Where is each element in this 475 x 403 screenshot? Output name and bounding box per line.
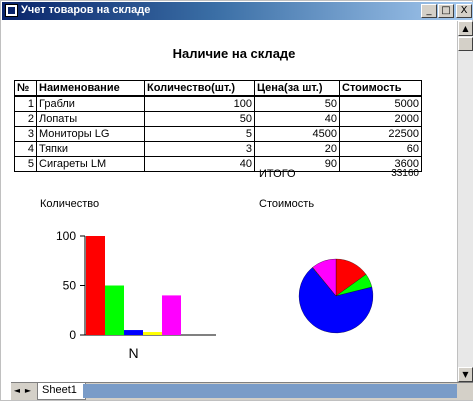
total-value: 33160 bbox=[391, 168, 419, 179]
bar bbox=[162, 295, 181, 335]
bar-chart-title: Количество bbox=[40, 198, 100, 210]
item-price[interactable]: 50 bbox=[254, 95, 340, 112]
minimize-button[interactable]: _ bbox=[421, 4, 437, 18]
row-number[interactable]: 3 bbox=[14, 126, 37, 142]
item-name[interactable]: Сигареты LM bbox=[36, 156, 145, 172]
column-header: Цена(за шт.) bbox=[254, 80, 340, 97]
bar bbox=[86, 236, 105, 335]
table-row: 4 Тяпки 3 20 60 bbox=[14, 141, 422, 157]
item-price[interactable]: 40 bbox=[254, 111, 340, 127]
x-axis-label: N bbox=[128, 345, 138, 361]
scroll-up-button[interactable]: ▲ bbox=[458, 21, 473, 36]
table-row: 2 Лопаты 50 40 2000 bbox=[14, 111, 422, 127]
window-title: Учет товаров на складе bbox=[21, 4, 151, 16]
app-window: Учет товаров на складе _ □ X Наличие на … bbox=[0, 0, 473, 401]
tab-nav-next-icon[interactable]: ► bbox=[23, 385, 33, 397]
item-quantity[interactable]: 5 bbox=[144, 126, 255, 142]
row-number[interactable]: 4 bbox=[14, 141, 37, 157]
column-header: Количество(шт.) bbox=[144, 80, 255, 97]
item-price[interactable]: 20 bbox=[254, 141, 340, 157]
y-tick-label: 0 bbox=[69, 328, 76, 342]
table-row: 3 Мониторы LG 5 4500 22500 bbox=[14, 126, 422, 142]
item-cost[interactable]: 60 bbox=[339, 141, 422, 157]
column-header: № bbox=[14, 80, 37, 97]
pie-chart-title: Стоимость bbox=[259, 198, 315, 210]
close-button[interactable]: X bbox=[456, 4, 472, 18]
sheet-tab-bar: ◄ ► Sheet1 bbox=[11, 382, 473, 400]
bar bbox=[124, 330, 143, 335]
vertical-scrollbar[interactable]: ▲ ▼ bbox=[457, 21, 473, 383]
item-cost[interactable]: 5000 bbox=[339, 95, 422, 112]
item-cost[interactable]: 22500 bbox=[339, 126, 422, 142]
item-name[interactable]: Мониторы LG bbox=[36, 126, 145, 142]
item-cost[interactable]: 2000 bbox=[339, 111, 422, 127]
horizontal-scrollbar[interactable] bbox=[83, 384, 457, 398]
row-number[interactable]: 1 bbox=[14, 95, 37, 112]
y-tick-label: 50 bbox=[63, 279, 77, 293]
item-name[interactable]: Тяпки bbox=[36, 141, 145, 157]
item-price[interactable]: 4500 bbox=[254, 126, 340, 142]
quantity-bar-chart: 0 50 100 N bbox=[56, 229, 216, 361]
app-icon[interactable] bbox=[5, 4, 18, 17]
column-header: Стоимость bbox=[339, 80, 422, 97]
bar bbox=[105, 285, 124, 335]
bar bbox=[143, 332, 162, 335]
inventory-table: № Наименование Количество(шт.) Цена(за ш… bbox=[14, 80, 422, 172]
total-label: ИТОГО bbox=[259, 168, 296, 180]
item-name[interactable]: Грабли bbox=[36, 95, 145, 112]
y-tick-label: 100 bbox=[56, 229, 76, 243]
scroll-down-button[interactable]: ▼ bbox=[458, 367, 473, 382]
table-row: 1 Грабли 100 50 5000 bbox=[14, 95, 422, 112]
scroll-thumb[interactable] bbox=[458, 37, 473, 51]
item-quantity[interactable]: 3 bbox=[144, 141, 255, 157]
report-title: Наличие на складе bbox=[172, 46, 296, 61]
item-quantity[interactable]: 100 bbox=[144, 95, 255, 112]
title-bar[interactable]: Учет товаров на складе _ □ X bbox=[2, 2, 473, 20]
maximize-button[interactable]: □ bbox=[438, 4, 454, 18]
row-number[interactable]: 2 bbox=[14, 111, 37, 127]
cost-pie-chart bbox=[298, 258, 374, 334]
item-name[interactable]: Лопаты bbox=[36, 111, 145, 127]
tab-sheet1[interactable]: Sheet1 bbox=[37, 383, 86, 400]
report-sheet: Наличие на складе № Наименование Количес… bbox=[11, 21, 457, 381]
row-number[interactable]: 5 bbox=[14, 156, 37, 172]
item-quantity[interactable]: 40 bbox=[144, 156, 255, 172]
table-header-row: № Наименование Количество(шт.) Цена(за ш… bbox=[14, 80, 422, 97]
tab-nav-prev-icon[interactable]: ◄ bbox=[12, 385, 22, 397]
item-quantity[interactable]: 50 bbox=[144, 111, 255, 127]
column-header: Наименование bbox=[36, 80, 145, 97]
